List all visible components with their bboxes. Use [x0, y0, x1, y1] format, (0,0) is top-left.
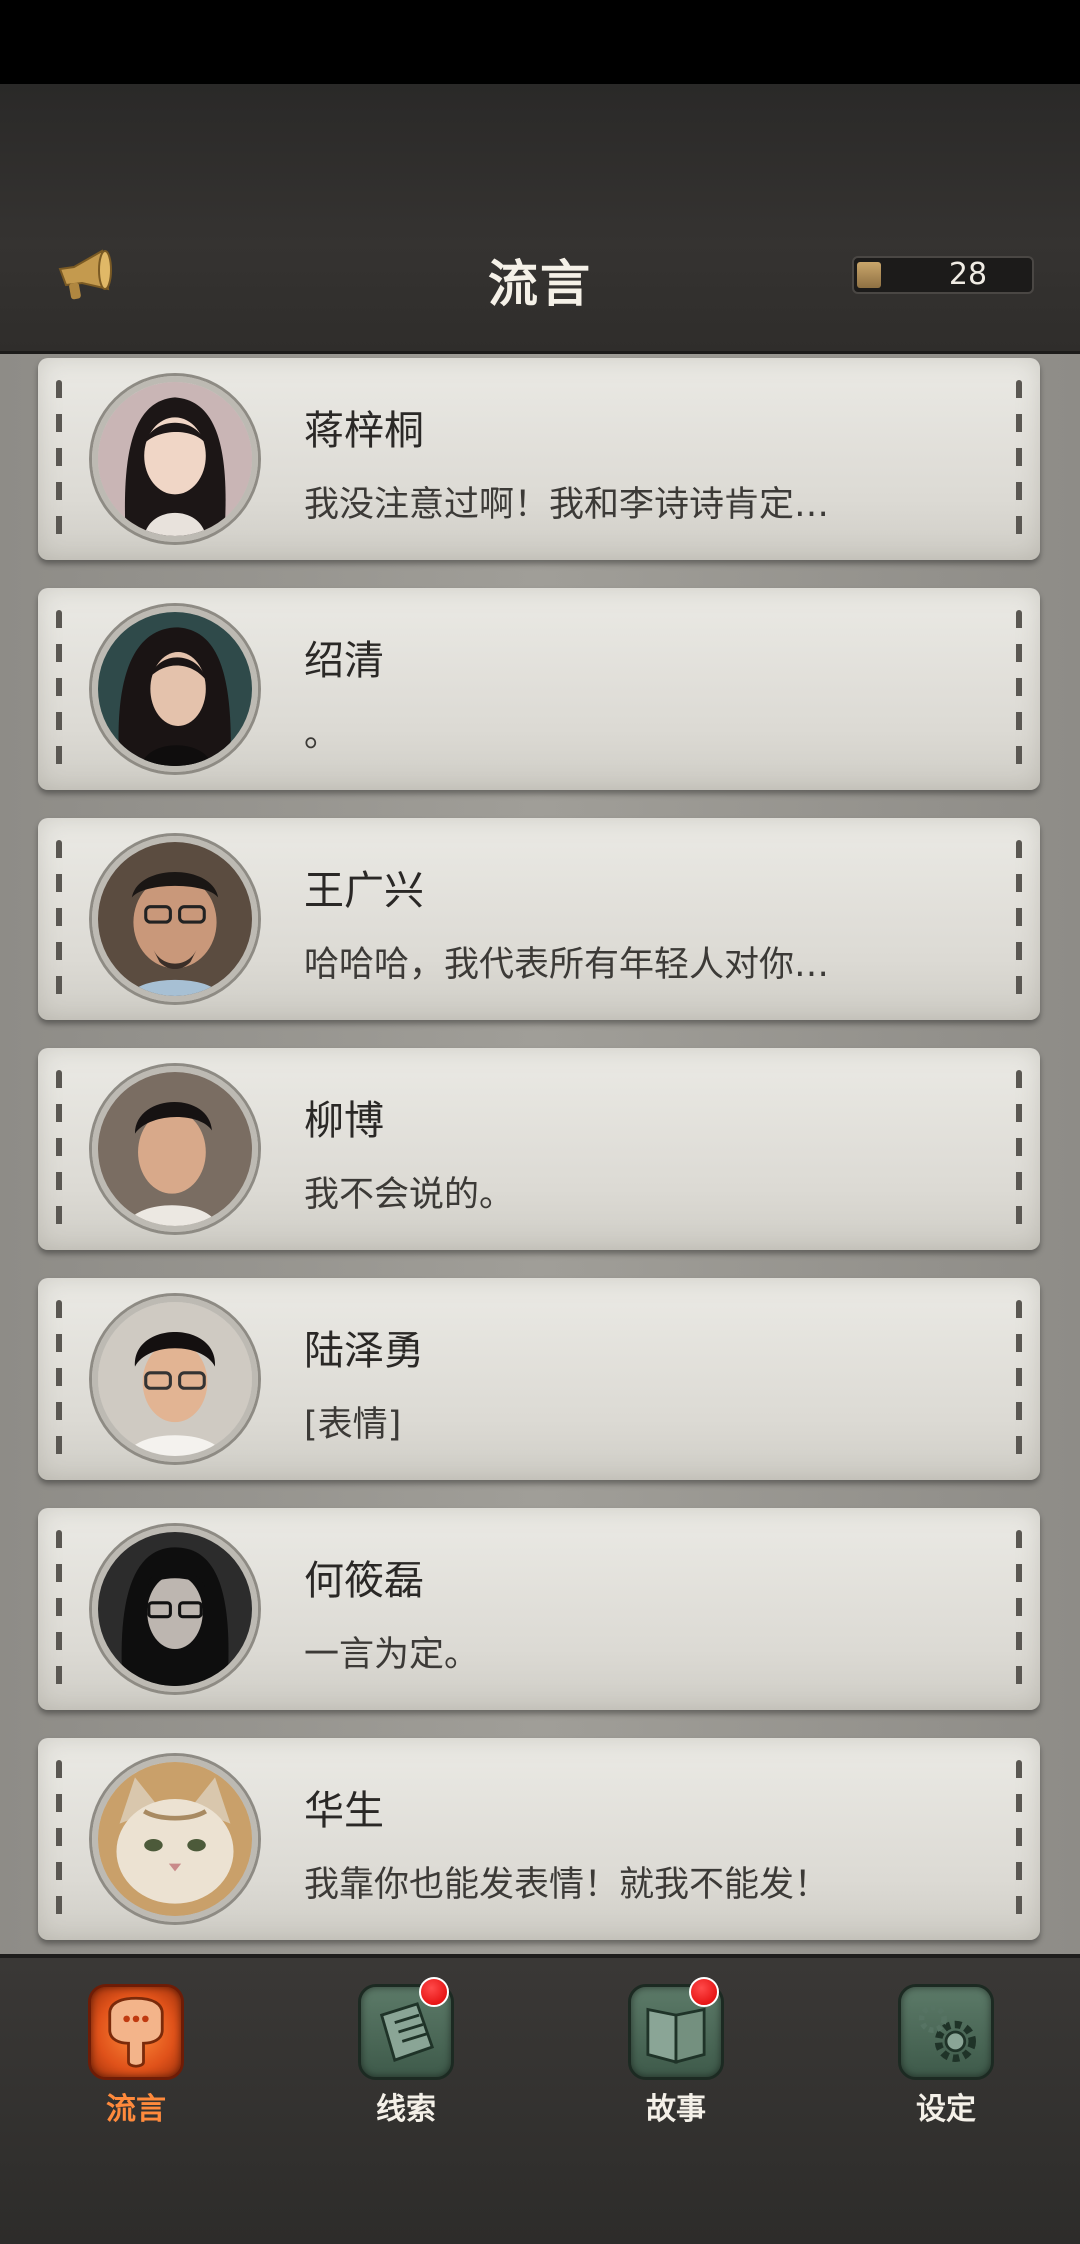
card-stitch-decoration — [1016, 380, 1022, 538]
rumor-card[interactable]: 陆泽勇 [表情] — [38, 1278, 1040, 1480]
female-long-hair-avatar — [92, 376, 258, 542]
contact-message: 哈哈哈，我代表所有年轻人对你… — [304, 945, 830, 985]
card-stitch-decoration — [56, 1070, 62, 1228]
rumor-card[interactable]: 王广兴哈哈哈，我代表所有年轻人对你… — [38, 818, 1040, 1020]
card-stitch-decoration — [56, 840, 62, 998]
rumor-card[interactable]: 何筱磊 一言为定。 — [38, 1508, 1040, 1710]
header: 流言 28 — [0, 84, 1080, 354]
card-stitch-decoration — [1016, 1760, 1022, 1918]
contact-name: 何筱磊 — [304, 1558, 424, 1604]
card-stitch-decoration — [56, 1760, 62, 1918]
male-long-hair-glasses-avatar — [92, 1526, 258, 1692]
card-stitch-decoration — [1016, 1070, 1022, 1228]
gear-icon — [898, 1984, 994, 2080]
male-short-hair-avatar — [92, 1066, 258, 1232]
contact-message: 我没注意过啊！我和李诗诗肯定… — [304, 485, 830, 525]
rumor-card[interactable]: 华生我靠你也能发表情！就我不能发！ — [38, 1738, 1040, 1940]
male-glasses-avatar — [92, 1296, 258, 1462]
notification-badge — [689, 1977, 719, 2007]
contact-name: 蒋梓桐 — [304, 408, 424, 454]
contact-message: 我靠你也能发表情！就我不能发！ — [304, 1865, 830, 1905]
book-icon — [628, 1977, 724, 2080]
rumor-card[interactable]: 蒋梓桐我没注意过啊！我和李诗诗肯定… — [38, 358, 1040, 560]
tab-label: 设定 — [916, 2092, 976, 2127]
card-stitch-decoration — [1016, 610, 1022, 768]
contact-message: 一言为定。 — [304, 1635, 480, 1675]
tab-gear[interactable]: 设定 — [886, 1984, 1006, 2134]
rumor-card[interactable]: 绍清。 — [38, 588, 1040, 790]
contact-name: 王广兴 — [304, 868, 424, 914]
male-glasses-beard-avatar — [92, 836, 258, 1002]
counter-value: 28 — [948, 257, 988, 292]
tab-notes[interactable]: 线索 — [346, 1977, 466, 2134]
rumor-list: 蒋梓桐我没注意过啊！我和李诗诗肯定… 绍清。王广兴哈哈哈，我代表所有年轻人对你… 柳… — [0, 354, 1080, 1954]
card-stitch-decoration — [56, 380, 62, 538]
contact-name: 陆泽勇 — [304, 1328, 424, 1374]
tab-label: 线索 — [376, 2092, 436, 2127]
contact-message: [表情] — [304, 1405, 402, 1445]
bottom-tab-bar: 流言 线索 故事 设定 — [0, 1954, 1080, 2244]
status-bar — [0, 0, 1080, 84]
contact-name: 绍清 — [304, 638, 384, 684]
female-portrait-avatar — [92, 606, 258, 772]
counter-fill-bar — [857, 262, 881, 288]
card-stitch-decoration — [1016, 1530, 1022, 1688]
contact-name: 华生 — [304, 1788, 384, 1834]
notes-icon — [358, 1977, 454, 2080]
tab-label: 故事 — [646, 2092, 706, 2127]
card-stitch-decoration — [56, 610, 62, 768]
card-stitch-decoration — [1016, 840, 1022, 998]
card-stitch-decoration — [56, 1530, 62, 1688]
contact-name: 柳博 — [304, 1098, 384, 1144]
cat-avatar — [92, 1756, 258, 1922]
card-stitch-decoration — [1016, 1300, 1022, 1458]
chat-bubble-icon — [88, 1984, 184, 2080]
rumor-card[interactable]: 柳博 我不会说的。 — [38, 1048, 1040, 1250]
notification-badge — [419, 1977, 449, 2007]
card-stitch-decoration — [56, 1300, 62, 1458]
tab-chat-bubble[interactable]: 流言 — [76, 1984, 196, 2134]
contact-message: 我不会说的。 — [304, 1175, 515, 1215]
tab-book[interactable]: 故事 — [616, 1977, 736, 2134]
contact-message: 。 — [304, 715, 340, 755]
tab-label: 流言 — [106, 2092, 166, 2127]
currency-counter: 28 — [852, 256, 1034, 294]
